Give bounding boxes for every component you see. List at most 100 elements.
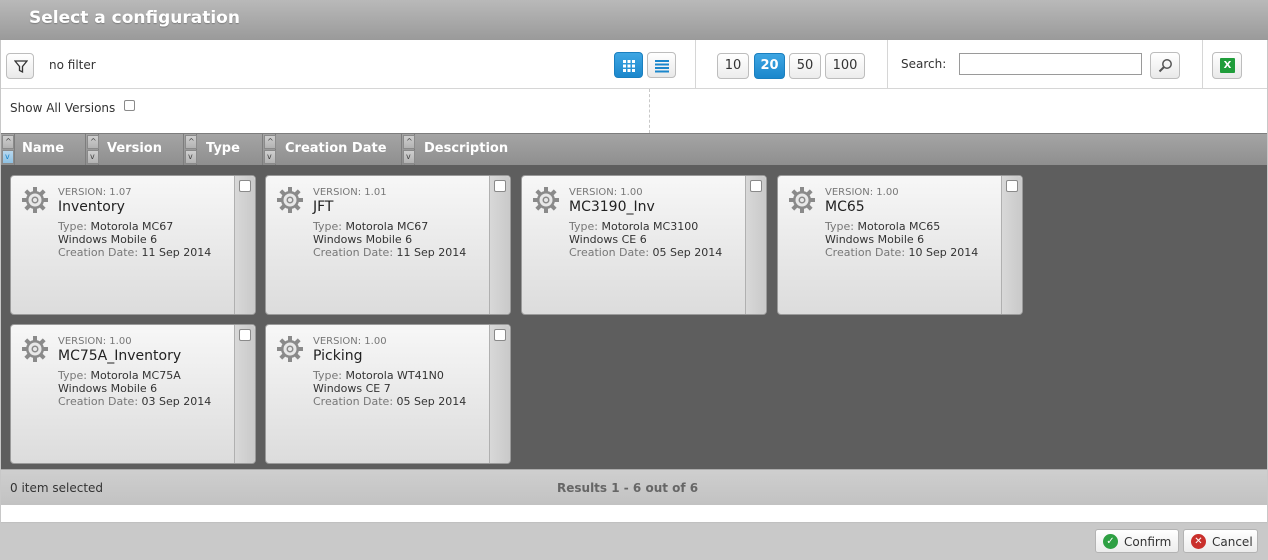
card-date-label: Creation Date: <box>569 246 650 259</box>
gear-icon <box>277 187 303 213</box>
dialog-titlebar: Select a configuration <box>0 0 1268 40</box>
gear-icon <box>22 336 48 362</box>
card-name: JFT <box>313 199 334 215</box>
card-select-checkbox[interactable] <box>239 329 251 341</box>
card-type-value: Motorola MC67 <box>345 220 429 233</box>
card-type-label: Type: <box>825 220 854 233</box>
configuration-card[interactable]: VERSION: 1.00 MC3190_Inv Type: Motorola … <box>521 175 767 315</box>
configuration-card[interactable]: VERSION: 1.07 Inventory Type: Motorola M… <box>10 175 256 315</box>
column-header-version[interactable]: Version <box>107 141 162 156</box>
card-scrollbar[interactable] <box>745 176 766 314</box>
sort-ascending-icon[interactable]: ^ <box>403 135 415 149</box>
type-sort-control[interactable]: ^ v <box>183 134 197 165</box>
card-date-value: 03 Sep 2014 <box>141 395 212 408</box>
card-os: Windows CE 6 <box>569 233 647 246</box>
horizontal-scrollbar[interactable] <box>1 505 1267 523</box>
sort-descending-icon[interactable]: v <box>2 150 14 164</box>
card-date: Creation Date: 11 Sep 2014 <box>58 246 211 259</box>
card-date-value: 05 Sep 2014 <box>396 395 467 408</box>
card-os: Windows Mobile 6 <box>313 233 413 246</box>
sort-ascending-icon[interactable]: ^ <box>87 135 99 149</box>
export-excel-button[interactable]: X <box>1212 52 1242 79</box>
search-input[interactable] <box>959 53 1142 75</box>
search-button[interactable] <box>1150 52 1180 79</box>
toolbar-divider <box>887 40 888 89</box>
card-date-label: Creation Date: <box>313 246 394 259</box>
filter-button[interactable] <box>6 53 34 79</box>
toolbar: no filter 10 20 50 100 Search: X <box>1 40 1267 89</box>
cancel-button[interactable]: ✕ Cancel <box>1183 529 1258 553</box>
column-header-bar: ^ v Name ^ v Version ^ v Type ^ v Creati… <box>1 133 1267 165</box>
gear-icon <box>789 187 815 213</box>
sort-ascending-icon[interactable]: ^ <box>2 135 14 149</box>
selection-count: 0 item selected <box>10 481 104 495</box>
column-header-type[interactable]: Type <box>206 141 240 156</box>
confirm-button[interactable]: ✓ Confirm <box>1095 529 1179 553</box>
page-size-50-button[interactable]: 50 <box>789 53 821 79</box>
configuration-card[interactable]: VERSION: 1.00 Picking Type: Motorola WT4… <box>265 324 511 464</box>
card-date: Creation Date: 10 Sep 2014 <box>825 246 978 259</box>
card-version: VERSION: 1.07 <box>58 187 132 198</box>
configuration-card[interactable]: VERSION: 1.01 JFT Type: Motorola MC67 Wi… <box>265 175 511 315</box>
card-scrollbar[interactable] <box>1001 176 1022 314</box>
page-size-100-button[interactable]: 100 <box>825 53 865 79</box>
sort-descending-icon[interactable]: v <box>403 150 415 164</box>
configuration-card[interactable]: VERSION: 1.00 MC65 Type: Motorola MC65 W… <box>777 175 1023 315</box>
cancel-label: Cancel <box>1212 535 1253 549</box>
card-date: Creation Date: 05 Sep 2014 <box>569 246 722 259</box>
version-sort-control[interactable]: ^ v <box>85 134 99 165</box>
card-type-value: Motorola MC65 <box>857 220 941 233</box>
list-view-button[interactable] <box>647 52 676 78</box>
card-date-value: 10 Sep 2014 <box>908 246 979 259</box>
dialog-title: Select a configuration <box>29 8 240 28</box>
search-icon <box>1158 59 1172 73</box>
card-scrollbar[interactable] <box>234 325 255 463</box>
creation-date-sort-control[interactable]: ^ v <box>262 134 276 165</box>
options-bar: Show All Versions <box>1 89 1267 133</box>
funnel-icon <box>14 60 28 74</box>
description-sort-control[interactable]: ^ v <box>401 134 415 165</box>
card-os: Windows CE 7 <box>313 382 391 395</box>
grid-view-button[interactable] <box>614 52 643 78</box>
sort-descending-icon[interactable]: v <box>87 150 99 164</box>
card-type-label: Type: <box>569 220 598 233</box>
card-type-label: Type: <box>58 369 87 382</box>
card-select-checkbox[interactable] <box>239 180 251 192</box>
card-select-checkbox[interactable] <box>494 329 506 341</box>
card-select-checkbox[interactable] <box>494 180 506 192</box>
card-scrollbar[interactable] <box>489 176 510 314</box>
page-size-20-button[interactable]: 20 <box>754 53 785 79</box>
name-sort-control[interactable]: ^ v <box>1 134 15 165</box>
card-name: MC3190_Inv <box>569 199 655 215</box>
page-size-10-button[interactable]: 10 <box>717 53 749 79</box>
toolbar-divider <box>1202 40 1203 89</box>
card-scrollbar[interactable] <box>489 325 510 463</box>
card-date: Creation Date: 05 Sep 2014 <box>313 395 466 408</box>
card-select-checkbox[interactable] <box>1006 180 1018 192</box>
column-header-name[interactable]: Name <box>22 141 64 156</box>
card-date: Creation Date: 03 Sep 2014 <box>58 395 211 408</box>
card-date-value: 05 Sep 2014 <box>652 246 723 259</box>
results-summary: Results 1 - 6 out of 6 <box>557 481 699 495</box>
card-type: Type: Motorola MC3100 <box>569 220 698 233</box>
card-os: Windows Mobile 6 <box>58 233 158 246</box>
card-os: Windows Mobile 6 <box>825 233 925 246</box>
card-type: Type: Motorola MC75A <box>58 369 181 382</box>
sort-descending-icon[interactable]: v <box>185 150 197 164</box>
column-header-creation-date[interactable]: Creation Date <box>285 141 387 156</box>
sort-descending-icon[interactable]: v <box>264 150 276 164</box>
card-scrollbar[interactable] <box>234 176 255 314</box>
show-all-versions-checkbox[interactable] <box>124 100 135 111</box>
card-os: Windows Mobile 6 <box>58 382 158 395</box>
sort-ascending-icon[interactable]: ^ <box>264 135 276 149</box>
card-date-label: Creation Date: <box>58 395 139 408</box>
list-view-icon <box>655 60 669 73</box>
card-select-checkbox[interactable] <box>750 180 762 192</box>
configuration-card[interactable]: VERSION: 1.00 MC75A_Inventory Type: Moto… <box>10 324 256 464</box>
status-bar: 0 item selected Results 1 - 6 out of 6 <box>1 469 1267 505</box>
card-version: VERSION: 1.01 <box>313 187 387 198</box>
sort-ascending-icon[interactable]: ^ <box>185 135 197 149</box>
card-date-label: Creation Date: <box>58 246 139 259</box>
column-header-description[interactable]: Description <box>424 141 508 156</box>
card-name: Inventory <box>58 199 125 215</box>
